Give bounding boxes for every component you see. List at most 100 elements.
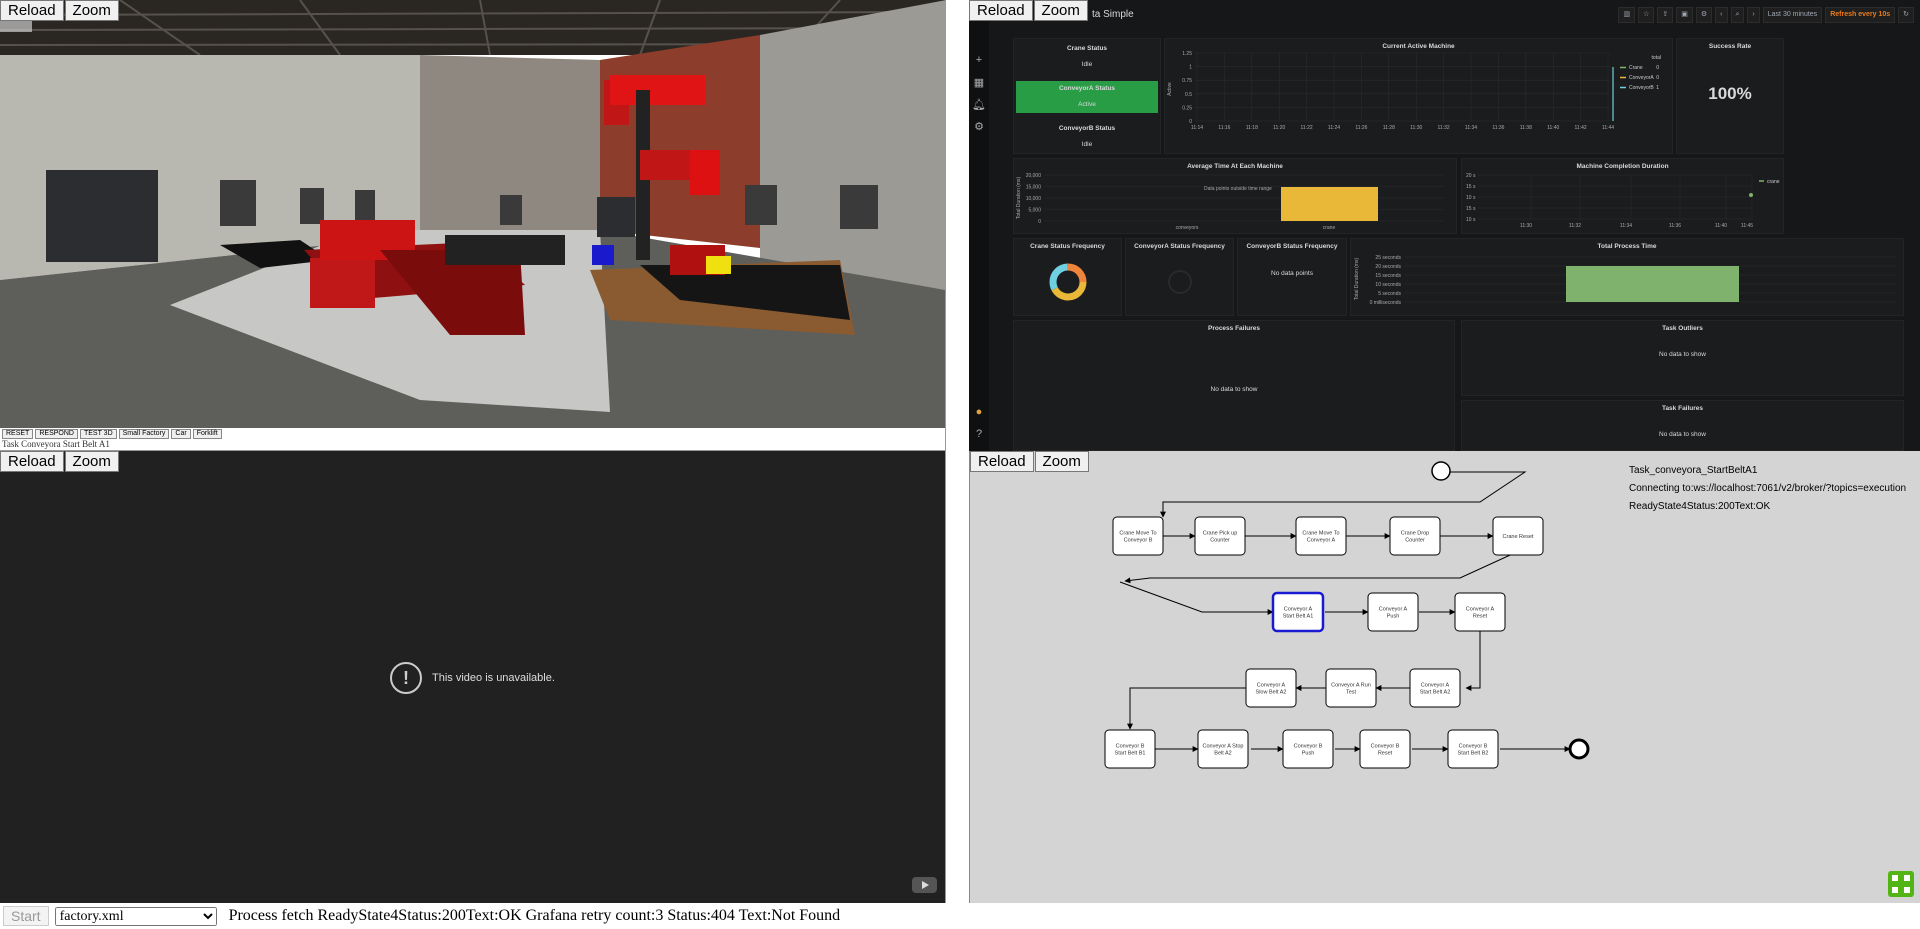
small-factory-button[interactable]: Small Factory (118, 429, 170, 439)
legend-name[interactable]: Crane (1629, 65, 1643, 71)
time-range-picker[interactable]: Last 30 minutes (1762, 7, 1823, 23)
flow-task-label: Conveyor A (1257, 683, 1286, 689)
x-tick-label: 11:26 (1355, 125, 1367, 131)
conveyor-b-frequency-panel: ConveyorB Status Frequency No data point… (1237, 238, 1347, 316)
flow-task-node[interactable]: Crane Pick upCounter (1194, 516, 1246, 556)
status-message: Process fetch ReadyState4Status:200Text:… (228, 907, 841, 924)
flow-task-node[interactable]: Conveyor AReset (1454, 592, 1506, 632)
flow-task-label: Conveyor B (1124, 538, 1153, 544)
refresh-interval[interactable]: Refresh every 10s (1825, 7, 1896, 23)
back-icon[interactable]: ‹ (1715, 7, 1728, 23)
grafana-panel: Reload Zoom + ▦ 🔔︎ ⚙ ● ? ta Simple ▥ ☆ ⇪… (969, 0, 1920, 451)
forward-icon[interactable]: › (1747, 7, 1760, 23)
start-button[interactable]: Start (3, 906, 49, 926)
success-rate-value: 100% (1708, 84, 1752, 103)
x-tick-label: 11:36 (1492, 125, 1504, 131)
data-point (1749, 193, 1753, 197)
flow-task-label: Crane Move To (1302, 531, 1339, 537)
respond-button[interactable]: RESPOND (35, 429, 78, 439)
average-time-panel: Average Time At Each Machine 20,000 15,00… (1013, 158, 1457, 234)
test-3d-button[interactable]: TEST 3D (79, 429, 117, 439)
flow-task-label: Conveyor A Run (1331, 683, 1371, 689)
x-tick-label: 11:28 (1383, 125, 1395, 131)
flow-task-label: Counter (1405, 538, 1425, 544)
x-tick-label: 11:14 (1191, 125, 1203, 131)
process-flow-panel: Reload Zoom Crane Move To Conveyor B Cra… (969, 451, 1920, 903)
settings-icon[interactable]: ⚙ (1695, 7, 1713, 23)
star-icon[interactable]: ☆ (1638, 7, 1655, 23)
x-tick-label: 11:44 (1602, 125, 1614, 131)
y-axis-label: Total Duration (ms) (1354, 258, 1360, 301)
connection-url: Connecting to:ws://localhost:7061/v2/bro… (1629, 483, 1907, 494)
avatar[interactable]: ● (969, 406, 989, 418)
current-task: Task_conveyora_StartBeltA1 (1629, 465, 1758, 476)
help-icon[interactable]: ? (969, 428, 989, 440)
dashboards-icon[interactable]: ▦ (969, 76, 989, 89)
x-tick-label: 11:40 (1547, 125, 1559, 131)
flow-task-node[interactable]: Conveyor BReset (1359, 729, 1411, 769)
chart-annotation: Data points outside time range (1204, 186, 1272, 192)
flow-task-node[interactable]: Conveyor AStart Belt A1 (1271, 591, 1325, 633)
task-failures-panel: Task Failures No data to show (1461, 400, 1904, 451)
flow-task-node[interactable]: Conveyor BStart Belt B2 (1447, 729, 1499, 769)
x-tick-label: 11:20 (1273, 125, 1285, 131)
forklift-button[interactable]: Forklift (192, 429, 222, 439)
refresh-icon[interactable]: ↻ (1898, 7, 1914, 23)
y-tick-label: 10 s (1466, 195, 1476, 201)
reload-button[interactable]: Reload (969, 0, 1033, 21)
warning-icon: ! (390, 662, 422, 694)
bpmn-logo-icon[interactable] (1888, 871, 1914, 897)
youtube-icon[interactable] (912, 877, 937, 893)
flow-task-node[interactable]: Conveyor BStart Belt B1 (1104, 729, 1156, 769)
zoom-button[interactable]: Zoom (1033, 0, 1088, 21)
car-button[interactable]: Car (171, 429, 191, 439)
gear-icon[interactable]: ⚙ (969, 120, 989, 133)
file-select[interactable]: factory.xml (54, 906, 217, 926)
flow-task-label: Conveyor A (1379, 607, 1408, 613)
dashboard-title[interactable]: ta Simple (1092, 9, 1134, 20)
flow-task-node[interactable]: Conveyor APush (1367, 592, 1419, 632)
reload-button[interactable]: Reload (0, 0, 64, 21)
flow-task-node[interactable]: Conveyor ASlow Belt A2 (1245, 668, 1297, 708)
x-tick-label: conveyors (1176, 225, 1199, 231)
x-tick-label: 11:16 (1218, 125, 1230, 131)
flow-info: Task_conveyora_StartBeltA1 Connecting to… (1629, 462, 1906, 516)
x-tick-label: 11:22 (1301, 125, 1313, 131)
flow-task-node[interactable]: Crane DropCounter (1389, 516, 1441, 556)
flow-task-node[interactable]: Crane Move ToConveyor A (1295, 516, 1347, 556)
flow-task-node[interactable]: Crane Move ToConveyor B (1112, 516, 1164, 556)
bell-icon[interactable]: 🔔︎ (969, 98, 989, 111)
zoom-button[interactable]: Zoom (64, 0, 119, 21)
save-icon[interactable]: ▣ (1676, 7, 1693, 23)
legend-header: total (1652, 55, 1661, 61)
conveyor-a-status-panel: ConveyorA Status Active (1016, 81, 1158, 113)
sim-controls: Reload Zoom (0, 0, 120, 21)
flow-task-label: Push (1302, 751, 1315, 757)
reload-button[interactable]: Reload (0, 451, 64, 472)
flow-task-label: Reset (1378, 751, 1393, 757)
y-tick-label: 15,000 (1026, 185, 1042, 191)
factory-3d-viewport[interactable] (0, 0, 946, 428)
zoom-button[interactable]: Zoom (1034, 451, 1089, 472)
flow-task-label: Start Belt A1 (1283, 614, 1314, 620)
reset-button[interactable]: RESET (2, 429, 34, 439)
flow-task-node[interactable]: Conveyor A RunTest (1325, 668, 1377, 708)
flow-task-node[interactable]: Conveyor AStart Belt A2 (1409, 668, 1461, 708)
zoom-button[interactable]: Zoom (64, 451, 119, 472)
flow-task-node[interactable]: Conveyor A StopBelt A2 (1197, 729, 1249, 769)
plus-icon[interactable]: + (969, 54, 989, 66)
y-tick-label: 15 s (1466, 206, 1476, 212)
legend-name[interactable]: crane (1767, 179, 1780, 185)
conveyor-a-frequency-panel: ConveyorA Status Frequency (1125, 238, 1234, 316)
flow-task-node[interactable]: Crane Reset (1492, 516, 1544, 556)
legend-value: 0 (1656, 75, 1659, 81)
legend-name[interactable]: ConveyorB (1629, 85, 1654, 91)
completion-duration-chart: 20 s 15 s 10 s 15 s 10 s 11:30 11:32 11:34 11:36… (1466, 173, 1780, 229)
legend-name[interactable]: ConveyorA (1629, 75, 1654, 81)
add-panel-icon[interactable]: ▥ (1618, 7, 1636, 23)
flow-task-label: Start Belt B1 (1115, 751, 1146, 757)
reload-button[interactable]: Reload (970, 451, 1034, 472)
flow-task-node[interactable]: Conveyor BPush (1282, 729, 1334, 769)
share-icon[interactable]: ⇪ (1657, 7, 1674, 23)
zoom-out-icon[interactable]: ⌕ (1730, 7, 1745, 23)
